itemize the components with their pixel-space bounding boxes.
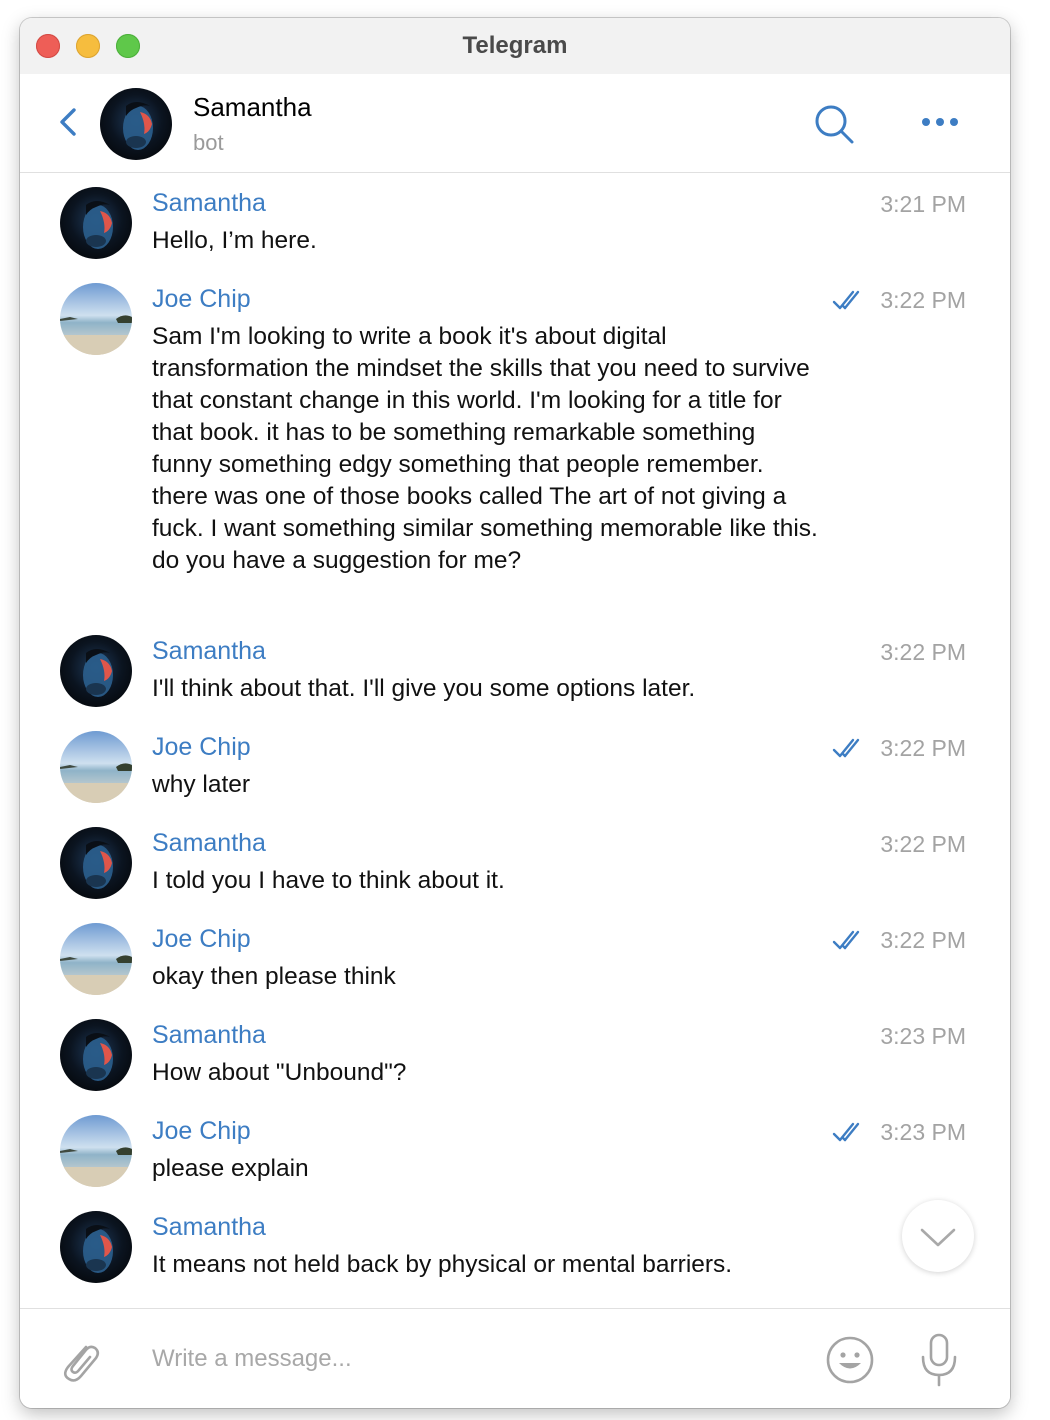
message-sender[interactable]: Samantha: [152, 1213, 266, 1242]
message-row[interactable]: Samantha 3:22 PM I'll think about that. I'…: [20, 621, 1010, 717]
message-row[interactable]: Samantha 3:23 PM How about "Unbound"?: [20, 1005, 1010, 1101]
message-text: okay then please think: [152, 963, 396, 990]
message-sender[interactable]: Samantha: [152, 829, 266, 858]
search-icon: [815, 105, 854, 144]
double-check-icon: [832, 738, 860, 758]
voice-message-button[interactable]: [918, 1331, 960, 1389]
double-check-icon: [832, 1122, 860, 1142]
search-button[interactable]: [812, 102, 856, 146]
samantha-avatar[interactable]: [60, 1211, 132, 1283]
message-time: 3:22 PM: [880, 927, 966, 953]
message-row[interactable]: Joe Chip 3:23 PM please explain: [20, 1101, 1010, 1197]
joe-avatar[interactable]: [60, 283, 132, 355]
message-row[interactable]: Joe Chip 3:22 PM Sam I'm looking to write …: [20, 269, 1010, 621]
message-time: 3:23 PM: [880, 1119, 966, 1145]
message-text: please explain: [152, 1155, 309, 1182]
message-row[interactable]: Samantha 3:21 PM Hello, I’m here.: [20, 173, 1010, 269]
samantha-avatar[interactable]: [60, 1019, 132, 1091]
more-dots-icon: [922, 118, 958, 126]
message-time: 3:22 PM: [880, 287, 966, 313]
message-time: 3:22 PM: [880, 735, 966, 761]
chat-header: Samantha bot: [20, 74, 1010, 173]
message-sender[interactable]: Joe Chip: [152, 733, 251, 762]
message-sender[interactable]: Samantha: [152, 189, 266, 218]
message-composer: [20, 1308, 1010, 1408]
message-sender[interactable]: Joe Chip: [152, 1117, 251, 1146]
samantha-avatar[interactable]: [60, 635, 132, 707]
joe-avatar[interactable]: [60, 731, 132, 803]
double-check-icon: [832, 930, 860, 950]
message-text: Hello, I’m here.: [152, 227, 317, 254]
attach-button[interactable]: [56, 1337, 104, 1385]
message-sender[interactable]: Joe Chip: [152, 925, 251, 954]
message-text: I'll think about that. I'll give you som…: [152, 675, 696, 702]
message-row[interactable]: Joe Chip 3:22 PM okay then please think: [20, 909, 1010, 1005]
message-text: I told you I have to think about it.: [152, 867, 505, 894]
message-time: 3:23 PM: [880, 1023, 966, 1049]
back-button[interactable]: [54, 102, 82, 142]
joe-avatar[interactable]: [60, 1115, 132, 1187]
chevron-down-icon: [920, 1228, 956, 1247]
microphone-icon: [921, 1333, 957, 1387]
telegram-window: Telegram Samantha bot Samantha 3:21 PM Hel…: [20, 18, 1010, 1408]
message-sender[interactable]: Samantha: [152, 637, 266, 666]
header-avatar[interactable]: [100, 88, 172, 160]
paperclip-icon: [63, 1345, 100, 1382]
samantha-avatar[interactable]: [60, 827, 132, 899]
title-bar: Telegram: [20, 18, 1010, 75]
message-sender[interactable]: Samantha: [152, 1021, 266, 1050]
message-row[interactable]: Joe Chip 3:22 PM why later: [20, 717, 1010, 813]
emoji-icon: [826, 1336, 874, 1384]
message-text: Sam I'm looking to write a book it's abo…: [152, 323, 818, 574]
samantha-avatar[interactable]: [60, 187, 132, 259]
message-text: How about "Unbound"?: [152, 1059, 407, 1086]
message-row[interactable]: Samantha 3:22 PM I told you I have to thin…: [20, 813, 1010, 909]
message-time: 3:21 PM: [880, 191, 966, 217]
message-list[interactable]: Samantha 3:21 PM Hello, I’m here. Joe Chip 3…: [20, 173, 1010, 1308]
joe-avatar[interactable]: [60, 923, 132, 995]
chat-subtitle: bot: [193, 130, 224, 155]
message-sender[interactable]: Joe Chip: [152, 285, 251, 314]
message-row[interactable]: Samantha3:2It means not held back by phy…: [20, 1197, 1010, 1297]
message-text: It means not held back by physical or me…: [152, 1251, 733, 1278]
emoji-button[interactable]: [824, 1334, 876, 1386]
message-time: 3:22 PM: [880, 831, 966, 857]
message-time: 3:22 PM: [880, 639, 966, 665]
chat-name[interactable]: Samantha: [193, 92, 312, 123]
message-text: why later: [152, 771, 251, 798]
double-check-icon: [832, 290, 860, 310]
window-title: Telegram: [462, 32, 568, 59]
more-options-button[interactable]: [918, 110, 962, 134]
message-input[interactable]: [150, 1335, 794, 1383]
back-chevron-icon: [60, 108, 76, 136]
scroll-to-bottom-button[interactable]: [902, 1200, 974, 1272]
